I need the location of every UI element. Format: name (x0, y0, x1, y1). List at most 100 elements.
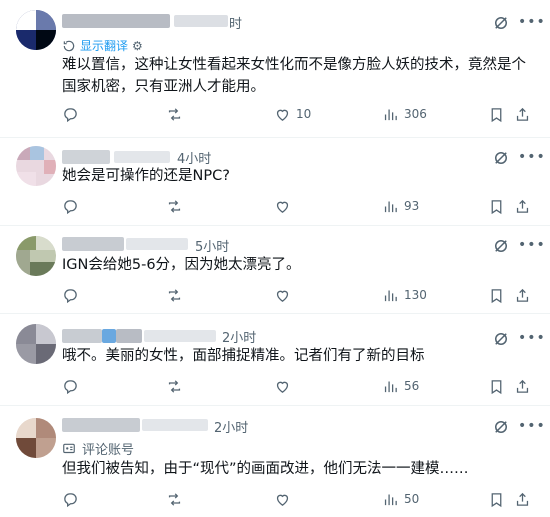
repost-button[interactable] (166, 489, 183, 509)
author-handle-blurred (126, 238, 188, 250)
bookmark-button[interactable] (488, 104, 505, 124)
avatar[interactable] (16, 324, 56, 364)
repost-button[interactable] (166, 285, 183, 305)
grok-icon[interactable] (492, 418, 510, 436)
bookmark-button[interactable] (488, 285, 505, 305)
translate-row[interactable]: 显示翻译 ⚙ (62, 37, 143, 54)
community-notes-icon (62, 442, 76, 456)
views-icon (384, 381, 397, 392)
repost-button[interactable] (166, 196, 183, 216)
more-icon[interactable]: ••• (518, 15, 545, 34)
author-name-blurred[interactable] (62, 237, 124, 251)
grok-icon[interactable] (492, 14, 510, 32)
repost-icon (168, 107, 181, 121)
author-handle-blurred (144, 330, 216, 342)
views-icon (384, 109, 397, 120)
repost-icon (168, 492, 181, 506)
author-badge-blurred (102, 329, 116, 343)
bookmark-icon (491, 379, 502, 394)
share-icon (516, 107, 529, 121)
reply-text: 哦不。美丽的女性，面部捕捉精准。记者们有了新的目标 (62, 348, 425, 364)
repost-icon (168, 199, 181, 213)
author-name-blurred[interactable] (62, 418, 140, 432)
reply-icon (64, 288, 77, 303)
reply-card[interactable]: 4小时 ••• 她会是可操作的还是NPC? 93 (0, 137, 550, 225)
views-button[interactable]: 56 (382, 376, 419, 396)
heart-icon (276, 201, 289, 213)
bookmark-icon (491, 107, 502, 122)
share-button[interactable] (514, 376, 531, 396)
views-button[interactable]: 130 (382, 285, 427, 305)
avatar[interactable] (16, 418, 56, 458)
heart-icon (276, 494, 289, 506)
like-button[interactable] (274, 196, 291, 216)
reply-button[interactable] (62, 376, 79, 396)
translate-icon (62, 39, 76, 53)
like-button[interactable]: 10 (274, 104, 311, 124)
reply-card[interactable]: 时 ••• 显示翻译 ⚙ 难以置信，这种让女性看起来女性化而不是像方脸人妖的技术… (0, 0, 550, 137)
views-button[interactable]: 93 (382, 196, 419, 216)
views-button[interactable]: 50 (382, 489, 419, 509)
views-icon (384, 290, 397, 301)
reply-card[interactable]: 5小时 ••• IGN会给她5-6分，因为她太漂亮了。 130 (0, 225, 550, 313)
timestamp[interactable]: 时 (229, 13, 242, 32)
reply-card[interactable]: 2小时 ••• 哦不。美丽的女性，面部捕捉精准。记者们有了新的目标 56 (0, 313, 550, 405)
reply-text: 她会是可操作的还是NPC? (62, 168, 230, 184)
share-button[interactable] (514, 104, 531, 124)
share-button[interactable] (514, 285, 531, 305)
share-icon (516, 379, 529, 393)
views-icon (384, 201, 397, 212)
reply-icon (64, 199, 77, 214)
community-notes-label[interactable]: 评论账号 (82, 439, 134, 458)
heart-icon (276, 381, 289, 393)
bookmark-button[interactable] (488, 196, 505, 216)
reply-icon (64, 107, 77, 122)
like-button[interactable] (274, 489, 291, 509)
author-name-blurred[interactable] (62, 14, 170, 28)
reply-button[interactable] (62, 285, 79, 305)
repost-button[interactable] (166, 376, 183, 396)
like-button[interactable] (274, 376, 291, 396)
reply-icon (64, 379, 77, 394)
grok-icon[interactable] (492, 237, 510, 255)
views-icon (384, 494, 397, 505)
timestamp[interactable]: 2小时 (222, 327, 256, 346)
share-button[interactable] (514, 489, 531, 509)
reply-text: 难以置信，这种让女性看起来女性化而不是像方脸人妖的技术，竟然是个国家机密，只有亚… (62, 57, 526, 95)
timestamp[interactable]: 5小时 (195, 236, 229, 255)
author-name-blurred[interactable] (62, 150, 110, 164)
author-name-blurred (116, 329, 142, 343)
view-count: 56 (404, 379, 420, 393)
share-icon (516, 288, 529, 302)
bookmark-button[interactable] (488, 376, 505, 396)
author-handle-blurred (114, 151, 170, 163)
share-button[interactable] (514, 196, 531, 216)
share-icon (516, 199, 529, 213)
repost-button[interactable] (166, 104, 183, 124)
action-bar: 93 (62, 196, 538, 216)
reply-button[interactable] (62, 104, 79, 124)
views-button[interactable]: 306 (382, 104, 427, 124)
avatar[interactable] (16, 146, 56, 186)
repost-icon (168, 379, 181, 393)
avatar[interactable] (16, 236, 56, 276)
like-count: 10 (296, 107, 312, 121)
action-bar: 56 (62, 376, 538, 396)
gear-icon[interactable]: ⚙ (132, 39, 143, 53)
reply-button[interactable] (62, 489, 79, 509)
more-icon[interactable]: ••• (518, 419, 545, 438)
bookmark-button[interactable] (488, 489, 505, 509)
reply-card[interactable]: 2小时 ••• 评论账号 但我们被告知，由于“现代”的画面改进，他们无法一一建模… (0, 405, 550, 517)
action-bar: 50 (62, 489, 538, 509)
show-translation-link[interactable]: 显示翻译 (80, 37, 128, 54)
community-notes-row[interactable]: 评论账号 (62, 439, 134, 458)
reply-button[interactable] (62, 196, 79, 216)
share-icon (516, 492, 529, 506)
reply-text: 但我们被告知，由于“现代”的画面改进，他们无法一一建模…… (62, 461, 469, 477)
avatar[interactable] (16, 10, 56, 50)
repost-icon (168, 288, 181, 302)
timestamp[interactable]: 2小时 (214, 417, 248, 436)
like-button[interactable] (274, 285, 291, 305)
author-name-blurred[interactable] (62, 329, 102, 343)
bookmark-icon (491, 199, 502, 214)
